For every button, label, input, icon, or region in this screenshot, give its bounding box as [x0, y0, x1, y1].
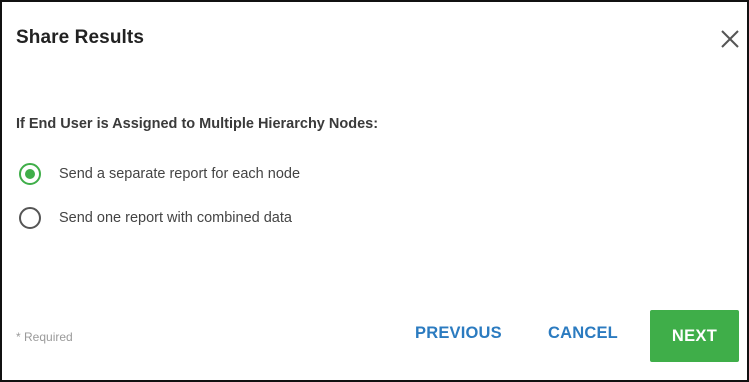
close-icon[interactable]: [719, 28, 741, 50]
previous-button[interactable]: PREVIOUS: [415, 324, 502, 343]
radio-unselected-icon[interactable]: [19, 207, 41, 229]
close-button[interactable]: [719, 28, 741, 50]
option-combined-report[interactable]: Send one report with combined data: [19, 207, 292, 229]
option-label: Send one report with combined data: [59, 210, 292, 226]
hierarchy-nodes-question: If End User is Assigned to Multiple Hier…: [16, 116, 379, 132]
option-separate-report[interactable]: Send a separate report for each node: [19, 163, 300, 185]
share-results-dialog: Share Results If End User is Assigned to…: [0, 0, 749, 382]
option-label: Send a separate report for each node: [59, 166, 301, 182]
dialog-title: Share Results: [16, 27, 145, 48]
next-button[interactable]: NEXT: [650, 310, 739, 362]
radio-selected-icon[interactable]: [19, 163, 41, 185]
required-note: * Required: [16, 330, 73, 344]
cancel-button[interactable]: CANCEL: [548, 324, 618, 343]
